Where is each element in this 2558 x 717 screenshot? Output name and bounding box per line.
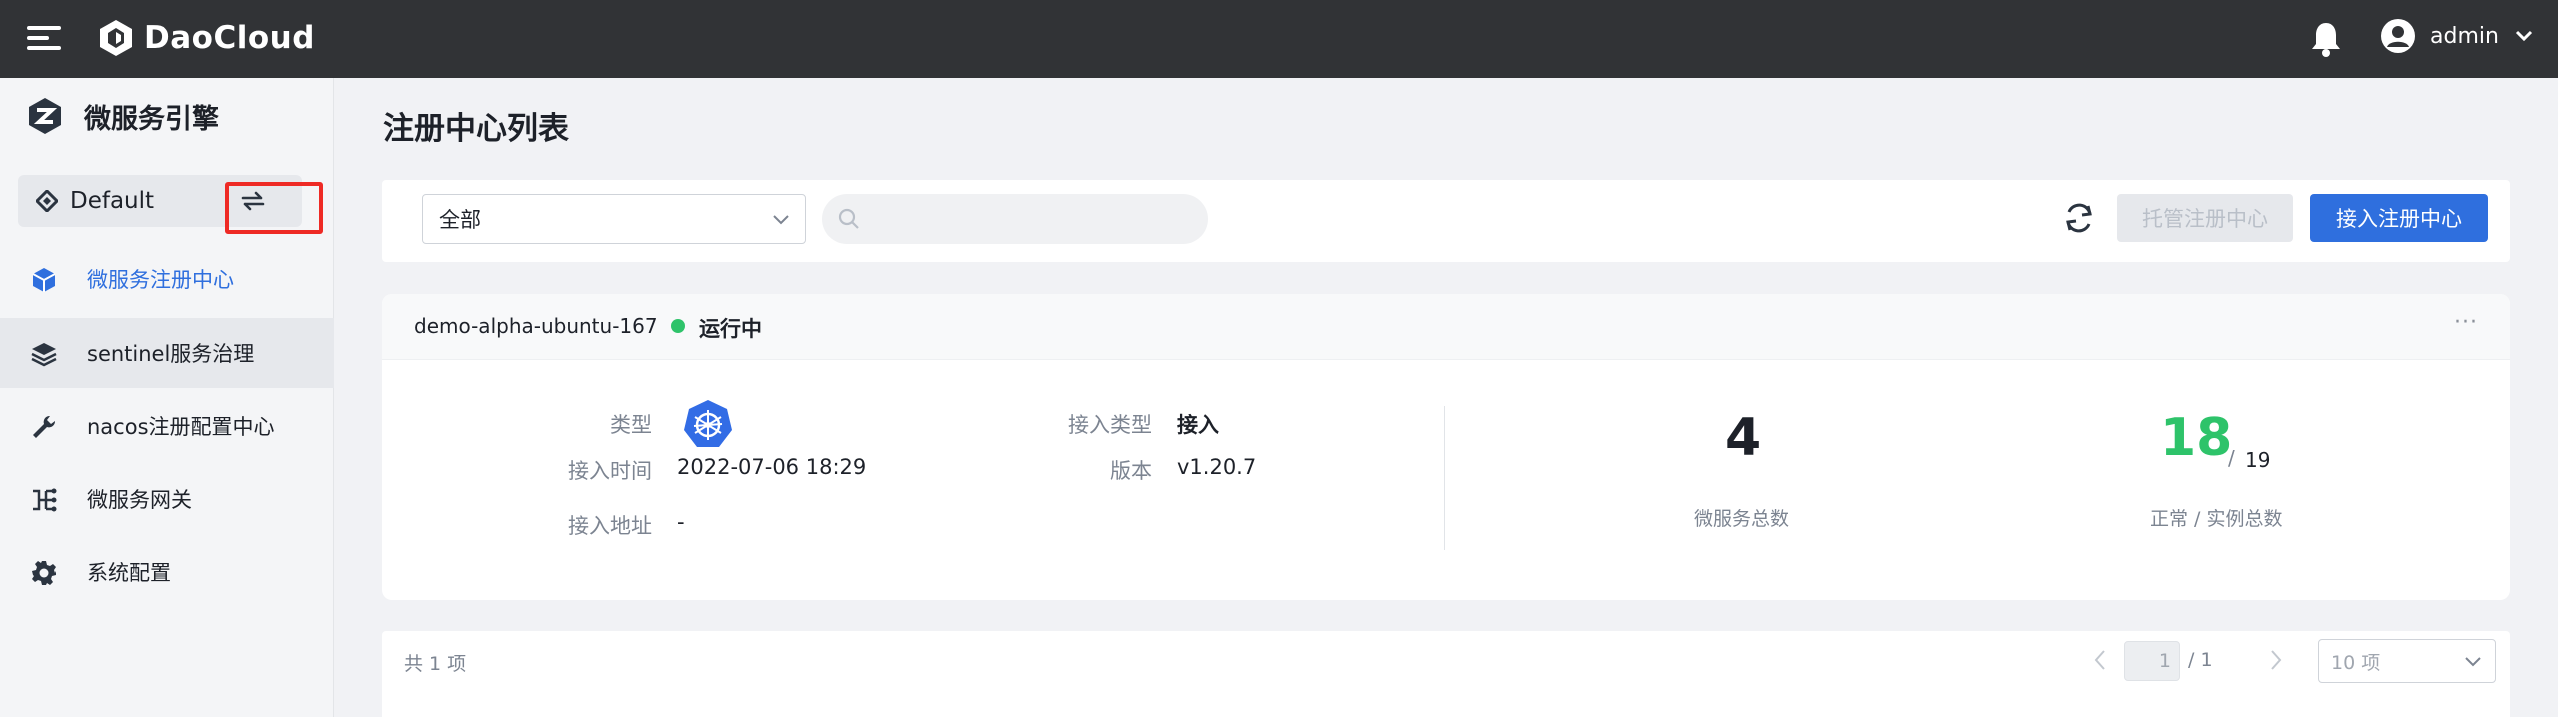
microservice-engine-logo-icon bbox=[29, 98, 61, 134]
sidebar-item-settings[interactable]: 系统配置 bbox=[0, 537, 334, 607]
product-header: 微服务引擎 bbox=[26, 96, 219, 136]
type-label: 类型 bbox=[610, 413, 652, 437]
top-bar: DaoCloud admin bbox=[0, 0, 2558, 78]
version-label: 版本 bbox=[1110, 459, 1152, 483]
sidebar: 微服务引擎 Default 微服务注册中心 sentinel服务治理 nacos… bbox=[0, 78, 334, 717]
version-value: v1.20.7 bbox=[1177, 455, 1257, 479]
card-header: demo-alpha-ubuntu-167 运行中 ··· bbox=[382, 294, 2510, 360]
sidebar-item-label: nacos注册配置中心 bbox=[87, 415, 275, 439]
card-divider bbox=[1444, 406, 1445, 550]
instances-normal-count: 18 bbox=[2160, 408, 2233, 468]
workspace-name: Default bbox=[70, 188, 155, 214]
instances-separator: / bbox=[2228, 446, 2235, 470]
daocloud-logo-icon bbox=[100, 20, 132, 56]
page-size-select[interactable]: 10 项 bbox=[2318, 639, 2496, 683]
prev-page-icon[interactable] bbox=[2092, 647, 2108, 673]
registry-type-select[interactable]: 全部 bbox=[422, 194, 806, 244]
services-total-count: 4 bbox=[1725, 408, 1762, 468]
search-icon bbox=[838, 208, 859, 229]
select-value: 全部 bbox=[439, 208, 481, 232]
user-menu[interactable]: admin bbox=[2380, 18, 2533, 54]
page-count: / 1 bbox=[2188, 649, 2213, 671]
cube-icon bbox=[32, 268, 56, 292]
pagination-bar: 共 1 项 1 / 1 10 项 bbox=[382, 631, 2510, 717]
access-time-label: 接入时间 bbox=[568, 459, 652, 483]
total-count: 共 1 项 bbox=[404, 653, 467, 675]
gateway-icon bbox=[33, 488, 57, 512]
brand-name: DaoCloud bbox=[144, 20, 315, 56]
registry-name[interactable]: demo-alpha-ubuntu-167 bbox=[414, 314, 658, 338]
access-time-value: 2022-07-06 18:29 bbox=[677, 455, 867, 479]
instances-label: 正常 / 实例总数 bbox=[2150, 508, 2283, 530]
status-dot bbox=[671, 319, 685, 333]
sidebar-item-label: 微服务注册中心 bbox=[87, 268, 234, 292]
registry-card: demo-alpha-ubuntu-167 运行中 ··· 类型 接入时间 20… bbox=[382, 294, 2510, 600]
sidebar-item-gateway[interactable]: 微服务网关 bbox=[0, 464, 334, 534]
sidebar-item-sentinel[interactable]: sentinel服务治理 bbox=[0, 318, 334, 388]
logo[interactable]: DaoCloud bbox=[96, 18, 315, 58]
username: admin bbox=[2430, 23, 2499, 49]
hosted-registry-button[interactable]: 托管注册中心 bbox=[2117, 194, 2293, 242]
chevron-down-icon bbox=[2515, 30, 2532, 42]
access-type-value: 接入 bbox=[1177, 413, 1219, 437]
sidebar-item-registry[interactable]: 微服务注册中心 bbox=[0, 244, 334, 314]
sidebar-item-nacos[interactable]: nacos注册配置中心 bbox=[0, 391, 334, 461]
switch-workspace-highlight bbox=[225, 182, 323, 234]
wrench-icon bbox=[33, 415, 56, 438]
access-registry-button[interactable]: 接入注册中心 bbox=[2310, 194, 2488, 242]
more-actions-icon[interactable]: ··· bbox=[2454, 310, 2478, 335]
access-address-label: 接入地址 bbox=[568, 514, 652, 538]
avatar-icon bbox=[2381, 19, 2415, 53]
search-input[interactable] bbox=[870, 207, 1190, 231]
search-box[interactable] bbox=[822, 194, 1208, 244]
page-size-value: 10 项 bbox=[2331, 651, 2381, 674]
instances-total-count: 19 bbox=[2245, 448, 2271, 472]
notification-bell-icon[interactable] bbox=[2308, 20, 2344, 58]
sidebar-item-label: 微服务网关 bbox=[87, 488, 192, 512]
sidebar-item-label: sentinel服务治理 bbox=[87, 342, 255, 366]
status-badge: 运行中 bbox=[699, 317, 762, 341]
workspace-icon bbox=[36, 190, 58, 212]
page-title: 注册中心列表 bbox=[383, 111, 569, 147]
page-number-input[interactable]: 1 bbox=[2124, 641, 2180, 681]
chevron-down-icon bbox=[773, 215, 789, 225]
chevron-down-icon bbox=[2465, 657, 2481, 667]
sidebar-item-label: 系统配置 bbox=[87, 561, 171, 585]
product-title: 微服务引擎 bbox=[84, 103, 219, 135]
hamburger-menu-icon[interactable] bbox=[27, 24, 61, 52]
filter-toolbar: 全部 托管注册中心 接入注册中心 bbox=[382, 180, 2510, 262]
access-address-value: - bbox=[677, 510, 685, 534]
kubernetes-icon bbox=[684, 400, 732, 447]
next-page-icon[interactable] bbox=[2268, 647, 2284, 673]
refresh-icon[interactable] bbox=[2061, 200, 2097, 236]
layers-icon bbox=[31, 343, 57, 367]
gear-icon bbox=[32, 561, 56, 585]
access-type-label: 接入类型 bbox=[1068, 413, 1152, 437]
services-total-label: 微服务总数 bbox=[1694, 508, 1790, 530]
